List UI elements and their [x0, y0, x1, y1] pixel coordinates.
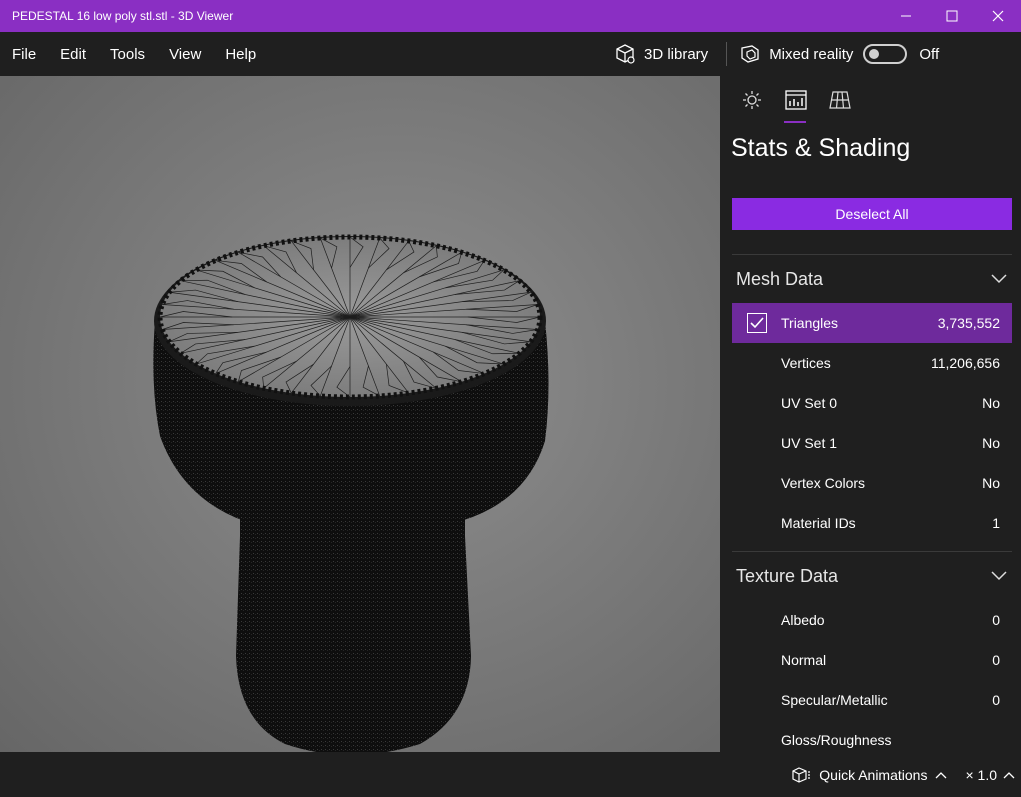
- checkbox-wrap: [732, 313, 781, 333]
- window-title: PEDESTAL 16 low poly stl.stl - 3D Viewer: [12, 9, 234, 23]
- menu-tools[interactable]: Tools: [98, 46, 157, 63]
- panel-title: Stats & Shading: [731, 134, 911, 162]
- menu-view[interactable]: View: [157, 46, 213, 63]
- lighting-icon: [743, 91, 761, 109]
- status-bar: Quick Animations × 1.0: [0, 752, 1021, 797]
- mixed-reality-icon: [741, 45, 759, 63]
- 3d-viewport[interactable]: [0, 76, 720, 752]
- stat-value: 0: [992, 692, 1000, 708]
- 3d-library-label: 3D library: [644, 45, 709, 63]
- stat-row-uv-set-1[interactable]: UV Set 1 No: [732, 423, 1012, 463]
- stat-row-uv-set-0[interactable]: UV Set 0 No: [732, 383, 1012, 423]
- title-bar: PEDESTAL 16 low poly stl.stl - 3D Viewer: [0, 0, 1021, 32]
- stat-row-vertex-colors[interactable]: Vertex Colors No: [732, 463, 1012, 503]
- maximize-icon: [946, 10, 958, 22]
- tab-grid[interactable]: [818, 76, 862, 124]
- stat-value: 0: [992, 652, 1000, 668]
- stat-label: Specular/Metallic: [781, 692, 888, 708]
- stats-panel: Stats & Shading Deselect All Mesh Data T…: [720, 76, 1021, 752]
- stat-label: UV Set 0: [781, 395, 838, 411]
- toolbar-divider: [726, 42, 728, 66]
- menu-bar: File Edit Tools View Help 3D library Mix…: [0, 32, 1021, 76]
- stat-row-material-ids[interactable]: Material IDs 1: [732, 503, 1012, 543]
- maximize-button[interactable]: [929, 0, 975, 32]
- stat-value: 1: [992, 515, 1000, 531]
- stat-value: 0: [992, 612, 1000, 628]
- menu-file[interactable]: File: [0, 46, 48, 63]
- stat-row-normal[interactable]: Normal 0: [732, 640, 1012, 680]
- stat-value: No: [982, 435, 1000, 451]
- stat-label: Vertices: [781, 355, 831, 371]
- mixed-reality-button[interactable]: Mixed reality: [739, 43, 853, 65]
- 3d-library-button[interactable]: 3D library: [614, 43, 716, 65]
- app-window: PEDESTAL 16 low poly stl.stl - 3D Viewer…: [0, 0, 1021, 797]
- animation-cube-icon: [792, 766, 811, 783]
- animation-speed-button[interactable]: × 1.0: [965, 767, 1015, 783]
- quick-animations-label: Quick Animations: [819, 766, 928, 783]
- minimize-button[interactable]: [883, 0, 929, 32]
- stat-label: Albedo: [781, 612, 825, 628]
- stat-label: Material IDs: [781, 515, 856, 531]
- toggle-knob: [869, 49, 880, 59]
- grid-icon: [829, 91, 851, 109]
- texture-data-title: Texture Data: [736, 565, 839, 586]
- panel-tabs: [720, 76, 1021, 124]
- mixed-reality-state: Off: [919, 45, 940, 63]
- triangles-checkbox[interactable]: [746, 313, 767, 333]
- chevron-down-icon: [991, 274, 1007, 284]
- stat-label: UV Set 1: [781, 435, 838, 451]
- stat-value: No: [982, 395, 1000, 411]
- animation-speed-label: × 1.0: [965, 766, 997, 783]
- menu-edit[interactable]: Edit: [48, 46, 98, 63]
- minimize-icon: [901, 15, 911, 17]
- close-button[interactable]: [975, 0, 1021, 32]
- mixed-reality-label: Mixed reality: [769, 45, 854, 63]
- deselect-all-button[interactable]: Deselect All: [732, 198, 1012, 230]
- chevron-down-icon: [991, 571, 1007, 581]
- cube-icon: [616, 44, 635, 64]
- pedestal-model: [153, 234, 549, 752]
- tab-stats-shading[interactable]: [774, 76, 818, 124]
- stat-label: Normal: [781, 652, 827, 668]
- stat-label: Triangles: [781, 315, 839, 331]
- stats-icon: [785, 90, 807, 110]
- close-icon: [992, 10, 1004, 22]
- stat-label: Vertex Colors: [781, 475, 866, 491]
- stat-value: 3,735,552: [937, 315, 1000, 331]
- stat-label: Gloss/Roughness: [781, 732, 892, 748]
- mesh-data-header[interactable]: Mesh Data: [720, 255, 1021, 303]
- texture-data-header[interactable]: Texture Data: [720, 552, 1021, 600]
- quick-animations-button[interactable]: Quick Animations: [791, 766, 947, 784]
- menu-help[interactable]: Help: [213, 46, 268, 63]
- checkmark-icon: [749, 317, 764, 329]
- chevron-up-icon: [936, 771, 947, 778]
- mixed-reality-toggle[interactable]: [863, 44, 908, 64]
- mesh-data-title: Mesh Data: [736, 268, 824, 289]
- stat-row-gloss-roughness[interactable]: Gloss/Roughness: [732, 720, 1012, 752]
- stat-row-albedo[interactable]: Albedo 0: [732, 600, 1012, 640]
- stat-value: 11,206,656: [930, 355, 1000, 371]
- chevron-up-icon: [1003, 771, 1015, 778]
- stat-row-specular-metallic[interactable]: Specular/Metallic 0: [732, 680, 1012, 720]
- stat-value: No: [982, 475, 1000, 491]
- stat-row-vertices[interactable]: Vertices 11,206,656: [732, 343, 1012, 383]
- stat-row-triangles[interactable]: Triangles 3,735,552: [732, 303, 1012, 343]
- tab-lighting[interactable]: [730, 76, 774, 124]
